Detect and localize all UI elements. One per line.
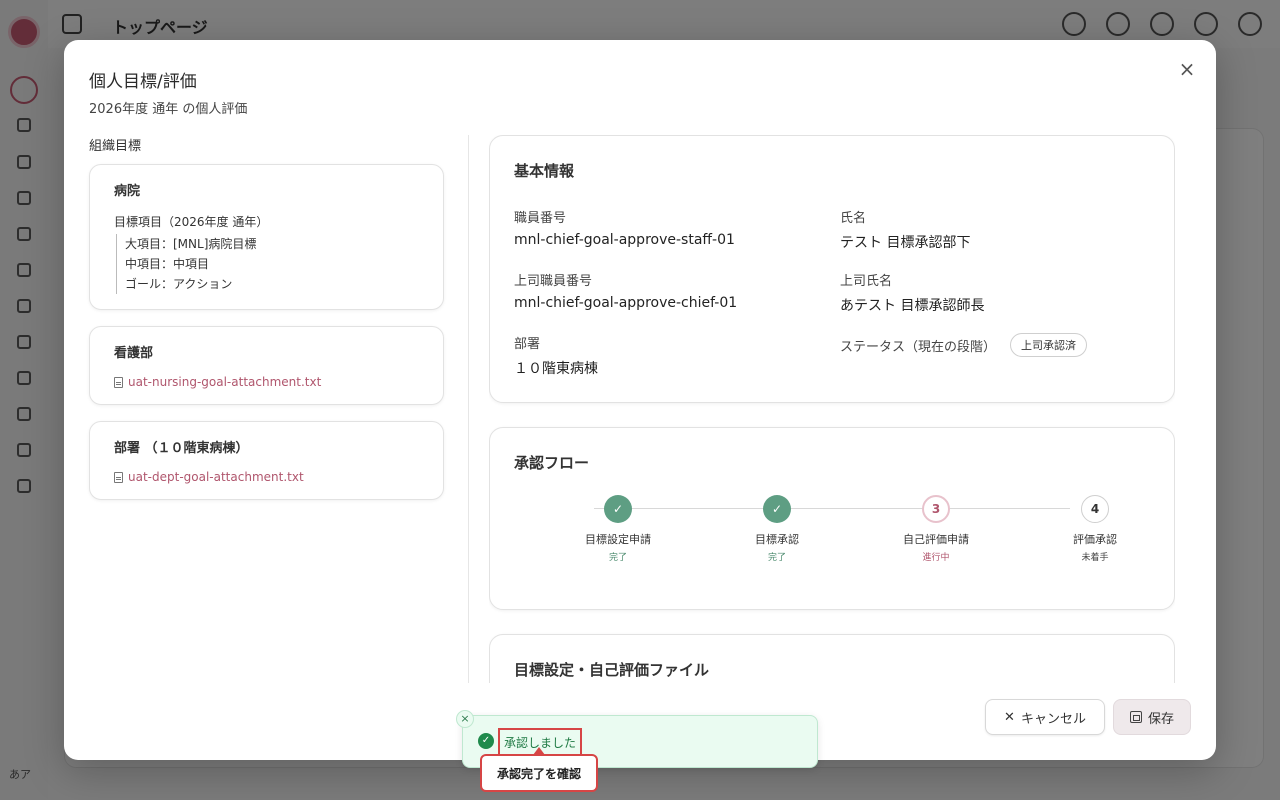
- dept-value: １０階東病棟: [514, 361, 598, 377]
- step-status: 完了: [767, 553, 786, 563]
- name-field: 氏名 テスト 目標承認部下: [840, 207, 1140, 252]
- personal-goal-modal: 個人目標/評価 2026年度 通年 の個人評価 × 組織目標 病院 目標項目（2…: [64, 40, 1216, 760]
- save-icon: [1129, 711, 1142, 723]
- step-name: 自己評価申請: [903, 533, 969, 546]
- boss-name-label: 上司氏名: [840, 274, 893, 289]
- step-self-eval-request: 3 自己評価申請 進行中: [876, 495, 996, 563]
- file-icon: [114, 471, 123, 483]
- cancel-label: キャンセル: [1020, 711, 1086, 727]
- basic-info-grid: 職員番号 mnl-chief-goal-approve-staff-01 氏名 …: [514, 207, 1150, 378]
- staff-id-value: mnl-chief-goal-approve-staff-01: [514, 232, 735, 248]
- step-name: 評価承認: [1073, 533, 1117, 546]
- status-field: ステータス（現在の段階） 上司承認済: [840, 333, 1140, 378]
- confirm-tooltip: 承認完了を確認: [480, 754, 598, 792]
- step-done-check-icon: ✓: [604, 495, 632, 523]
- status-badge: 上司承認済: [1010, 333, 1088, 357]
- approval-flow-panel: 承認フロー ✓ 目標設定申請 完了 ✓ 目標承認 完了 3 自己評価申請 進行中: [489, 427, 1175, 610]
- org-goals-label: 組織目標: [89, 139, 142, 154]
- boss-name-field: 上司氏名 あテスト 目標承認師長: [840, 270, 1140, 315]
- goal-major-item: 大項目：[MNL]病院目標: [125, 237, 257, 251]
- basic-info-panel: 基本情報 職員番号 mnl-chief-goal-approve-staff-0…: [489, 135, 1175, 403]
- cancel-button[interactable]: ✕ キャンセル: [985, 699, 1105, 735]
- approval-flow-title: 承認フロー: [514, 454, 590, 472]
- step-number-circle: 4: [1081, 495, 1109, 523]
- step-goal-setting-request: ✓ 目標設定申請 完了: [558, 495, 678, 563]
- status-label-row: ステータス（現在の段階） 上司承認済: [840, 333, 1140, 357]
- step-status: 完了: [608, 553, 627, 563]
- modal-title: 個人目標/評価: [89, 72, 197, 92]
- name-label: 氏名: [840, 211, 867, 226]
- dept-field: 部署 １０階東病棟: [514, 333, 840, 378]
- file-icon: [114, 376, 123, 388]
- staff-id-label: 職員番号: [514, 211, 567, 226]
- status-label: ステータス（現在の段階）: [840, 339, 997, 355]
- department-goal-title: 部署 （１０階東病棟）: [114, 441, 249, 456]
- nursing-goal-card: 看護部 uat-nursing-goal-attachment.txt: [89, 326, 444, 405]
- save-label: 保存: [1147, 711, 1174, 727]
- step-name: 目標設定申請: [585, 533, 651, 546]
- name-value: テスト 目標承認部下: [840, 235, 971, 251]
- department-attachment-name: uat-dept-goal-attachment.txt: [128, 470, 304, 484]
- department-goal-card: 部署 （１０階東病棟） uat-dept-goal-attachment.txt: [89, 421, 444, 500]
- goal-heading: 目標項目（2026年度 通年）: [114, 215, 269, 229]
- step-status: 進行中: [922, 553, 950, 563]
- step-goal-approval: ✓ 目標承認 完了: [717, 495, 837, 563]
- boss-id-field: 上司職員番号 mnl-chief-goal-approve-chief-01: [514, 270, 840, 315]
- check-circle-icon: ✓: [478, 733, 494, 749]
- goal-action-item: ゴール：アクション: [125, 277, 233, 291]
- close-icon: ✕: [1004, 709, 1015, 725]
- goal-item-list: 大項目：[MNL]病院目標 中項目：中項目 ゴール：アクション: [116, 234, 419, 294]
- toast-close-icon[interactable]: ×: [456, 710, 474, 728]
- step-done-check-icon: ✓: [763, 495, 791, 523]
- step-number-circle: 3: [922, 495, 950, 523]
- save-button[interactable]: 保存: [1113, 699, 1191, 735]
- nursing-attachment-name: uat-nursing-goal-attachment.txt: [128, 375, 322, 389]
- detail-column[interactable]: 基本情報 職員番号 mnl-chief-goal-approve-staff-0…: [489, 135, 1175, 683]
- staff-id-field: 職員番号 mnl-chief-goal-approve-staff-01: [514, 207, 840, 252]
- org-goals-column: 組織目標 病院 目標項目（2026年度 通年） 大項目：[MNL]病院目標 中項…: [89, 135, 444, 516]
- dept-label: 部署: [514, 337, 541, 352]
- column-divider: [468, 135, 469, 683]
- hospital-goal-card: 病院 目標項目（2026年度 通年） 大項目：[MNL]病院目標 中項目：中項目…: [89, 164, 444, 310]
- goal-files-title: 目標設定・自己評価ファイル: [514, 661, 710, 679]
- boss-name-value: あテスト 目標承認師長: [840, 298, 985, 314]
- department-attachment-link[interactable]: uat-dept-goal-attachment.txt: [114, 470, 419, 484]
- goal-files-panel: 目標設定・自己評価ファイル: [489, 634, 1175, 683]
- step-status: 未着手: [1081, 553, 1109, 563]
- boss-id-value: mnl-chief-goal-approve-chief-01: [514, 295, 738, 311]
- step-eval-approval: 4 評価承認 未着手: [1035, 495, 1155, 563]
- modal-subtitle: 2026年度 通年 の個人評価: [89, 102, 248, 117]
- hospital-goal-title: 病院: [114, 184, 141, 199]
- nursing-goal-title: 看護部: [114, 346, 154, 361]
- goal-middle-item: 中項目：中項目: [125, 257, 210, 271]
- step-name: 目標承認: [755, 533, 799, 546]
- basic-info-title: 基本情報: [514, 162, 575, 180]
- close-icon[interactable]: ×: [1176, 58, 1198, 80]
- boss-id-label: 上司職員番号: [514, 274, 593, 289]
- nursing-attachment-link[interactable]: uat-nursing-goal-attachment.txt: [114, 375, 419, 389]
- approval-stepper: ✓ 目標設定申請 完了 ✓ 目標承認 完了 3 自己評価申請 進行中 4 評価承…: [514, 489, 1150, 585]
